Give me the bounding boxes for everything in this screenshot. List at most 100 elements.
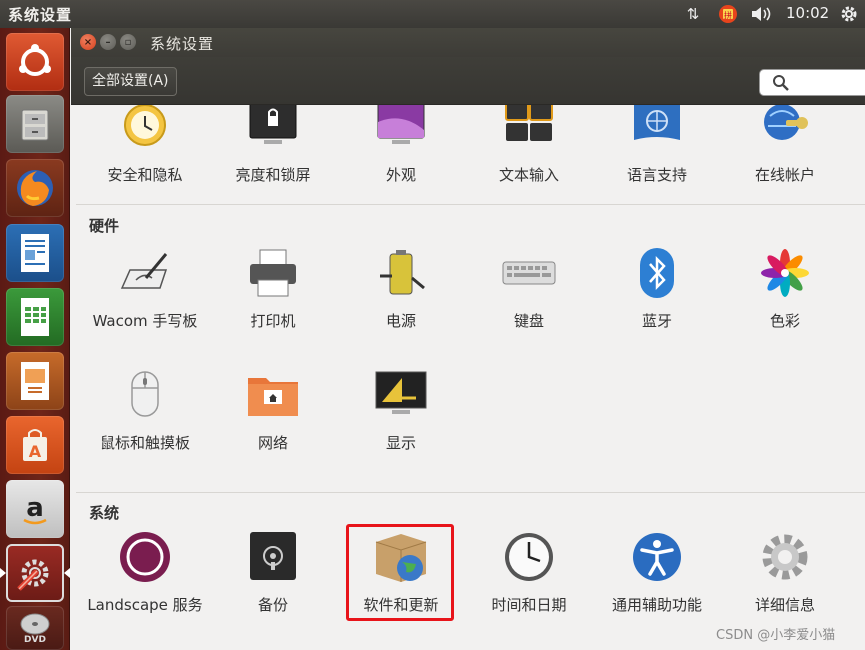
bluetooth-icon bbox=[640, 248, 674, 298]
settings-window: × – ▫ 系统设置 全部设置(A) 安全和隐私 亮度和锁屏 外观 文本输入 语… bbox=[71, 28, 865, 650]
search-input[interactable] bbox=[759, 69, 865, 96]
item-brightness-lock[interactable]: 亮度和锁屏 bbox=[209, 105, 337, 186]
item-power[interactable]: 电源 bbox=[337, 248, 465, 332]
maximize-window-button[interactable]: ▫ bbox=[120, 34, 136, 50]
section-divider bbox=[76, 204, 865, 205]
item-network[interactable]: 网络 bbox=[209, 370, 337, 454]
launcher-writer[interactable] bbox=[6, 224, 64, 282]
item-label: 网络 bbox=[257, 434, 288, 452]
lock-screen-icon bbox=[249, 105, 297, 144]
mouse-icon bbox=[131, 371, 159, 417]
item-time-date[interactable]: 时间和日期 bbox=[465, 532, 593, 616]
item-wacom-tablet[interactable]: Wacom 手写板 bbox=[81, 248, 209, 332]
item-label: 安全和隐私 bbox=[107, 166, 183, 184]
item-backup[interactable]: 备份 bbox=[209, 532, 337, 616]
top-panel: 系统设置 ⇅ 拼 10:02 bbox=[0, 0, 865, 28]
item-label: 蓝牙 bbox=[641, 312, 672, 330]
power-battery-icon bbox=[380, 250, 425, 295]
appearance-monitor-icon bbox=[377, 105, 425, 144]
item-label: Landscape 服务 bbox=[87, 596, 203, 614]
printer-icon bbox=[250, 249, 296, 297]
watermark: CSDN @小李爱小猫 bbox=[716, 628, 836, 643]
item-label: 打印机 bbox=[250, 312, 296, 330]
section-title-hardware: 硬件 bbox=[89, 217, 120, 235]
item-keyboard[interactable]: 键盘 bbox=[465, 248, 593, 332]
launcher-amazon[interactable]: a bbox=[6, 480, 64, 538]
search-icon bbox=[773, 75, 789, 91]
item-label: Wacom 手写板 bbox=[92, 312, 198, 330]
item-printer[interactable]: 打印机 bbox=[209, 248, 337, 332]
item-display[interactable]: 显示 bbox=[337, 370, 465, 454]
accessibility-icon bbox=[633, 533, 681, 581]
item-mouse-touchpad[interactable]: 鼠标和触摸板 bbox=[81, 370, 209, 454]
launcher-dvd[interactable]: DVD bbox=[6, 606, 64, 650]
launcher: A a DVD bbox=[0, 28, 70, 650]
wacom-tablet-icon bbox=[120, 253, 168, 289]
launcher-dash-home[interactable] bbox=[6, 33, 64, 91]
svg-text:DVD: DVD bbox=[24, 635, 46, 645]
spreadsheet-icon bbox=[21, 298, 49, 336]
item-label: 鼠标和触摸板 bbox=[99, 434, 190, 452]
network-updown-icon[interactable]: ⇅ bbox=[682, 3, 704, 25]
item-security-privacy[interactable]: 安全和隐私 bbox=[81, 105, 209, 186]
section-title-system: 系统 bbox=[89, 504, 120, 522]
settings-wrench-icon bbox=[17, 559, 49, 591]
volume-icon[interactable] bbox=[749, 3, 775, 25]
clock[interactable]: 10:02 bbox=[786, 4, 829, 22]
clock-icon bbox=[505, 533, 553, 581]
network-folder-icon bbox=[248, 378, 298, 416]
launcher-software-center[interactable]: A bbox=[6, 416, 64, 474]
svg-text:拼: 拼 bbox=[724, 10, 732, 20]
item-appearance[interactable]: 外观 bbox=[337, 105, 465, 186]
item-language-support[interactable]: 语言支持 bbox=[593, 105, 721, 186]
focused-app-indicator bbox=[64, 568, 70, 578]
launcher-impress[interactable] bbox=[6, 352, 64, 410]
amazon-icon: a bbox=[23, 493, 47, 525]
item-label: 电源 bbox=[385, 312, 416, 330]
security-clock-icon bbox=[124, 105, 166, 146]
item-bluetooth[interactable]: 蓝牙 bbox=[593, 248, 721, 332]
launcher-firefox[interactable] bbox=[6, 159, 64, 217]
backup-safe-icon bbox=[250, 532, 296, 580]
ubuntu-logo-icon bbox=[19, 44, 51, 76]
item-color[interactable]: 色彩 bbox=[721, 248, 849, 332]
item-label: 通用辅助功能 bbox=[611, 596, 702, 614]
item-label: 时间和日期 bbox=[491, 596, 567, 614]
dvd-disc-icon: DVD bbox=[20, 613, 50, 645]
keyboard-icon bbox=[502, 261, 556, 285]
item-label: 备份 bbox=[257, 596, 288, 614]
item-details[interactable]: 详细信息 bbox=[721, 532, 849, 616]
item-text-entry[interactable]: 文本输入 bbox=[465, 105, 593, 186]
color-wheel-icon bbox=[761, 249, 809, 297]
item-online-accounts[interactable]: 在线帐户 bbox=[721, 105, 849, 186]
item-label: 显示 bbox=[385, 434, 416, 452]
item-label: 语言支持 bbox=[626, 166, 687, 184]
active-app-indicator bbox=[0, 568, 6, 578]
launcher-system-settings[interactable] bbox=[6, 544, 64, 602]
gear-icon[interactable] bbox=[838, 3, 860, 25]
minimize-window-button[interactable]: – bbox=[100, 34, 116, 50]
item-label: 详细信息 bbox=[754, 596, 815, 614]
svg-text:A: A bbox=[29, 442, 42, 461]
item-landscape-service[interactable]: Landscape 服务 bbox=[81, 532, 209, 616]
item-label: 键盘 bbox=[513, 312, 544, 330]
window-titlebar[interactable]: × – ▫ 系统设置 bbox=[71, 28, 865, 57]
file-cabinet-icon bbox=[21, 109, 49, 141]
landscape-icon bbox=[120, 532, 170, 582]
close-window-button[interactable]: × bbox=[80, 34, 96, 50]
svg-text:a: a bbox=[26, 493, 44, 523]
online-accounts-key-icon bbox=[764, 105, 808, 140]
item-label: 色彩 bbox=[769, 312, 800, 330]
item-label: 在线帐户 bbox=[754, 166, 815, 184]
input-method-icon[interactable]: 拼 bbox=[716, 3, 740, 25]
item-label: 外观 bbox=[385, 166, 416, 184]
settings-content: 安全和隐私 亮度和锁屏 外观 文本输入 语言支持 在线帐户 硬件 Wacom 手… bbox=[71, 105, 865, 650]
all-settings-button[interactable]: 全部设置(A) bbox=[84, 67, 177, 96]
launcher-calc[interactable] bbox=[6, 288, 64, 346]
launcher-files[interactable] bbox=[6, 95, 64, 153]
item-universal-access[interactable]: 通用辅助功能 bbox=[593, 532, 721, 616]
item-label: 文本输入 bbox=[498, 166, 559, 184]
details-gear-icon bbox=[762, 534, 808, 580]
language-flag-icon bbox=[634, 105, 680, 140]
firefox-icon bbox=[17, 170, 53, 206]
